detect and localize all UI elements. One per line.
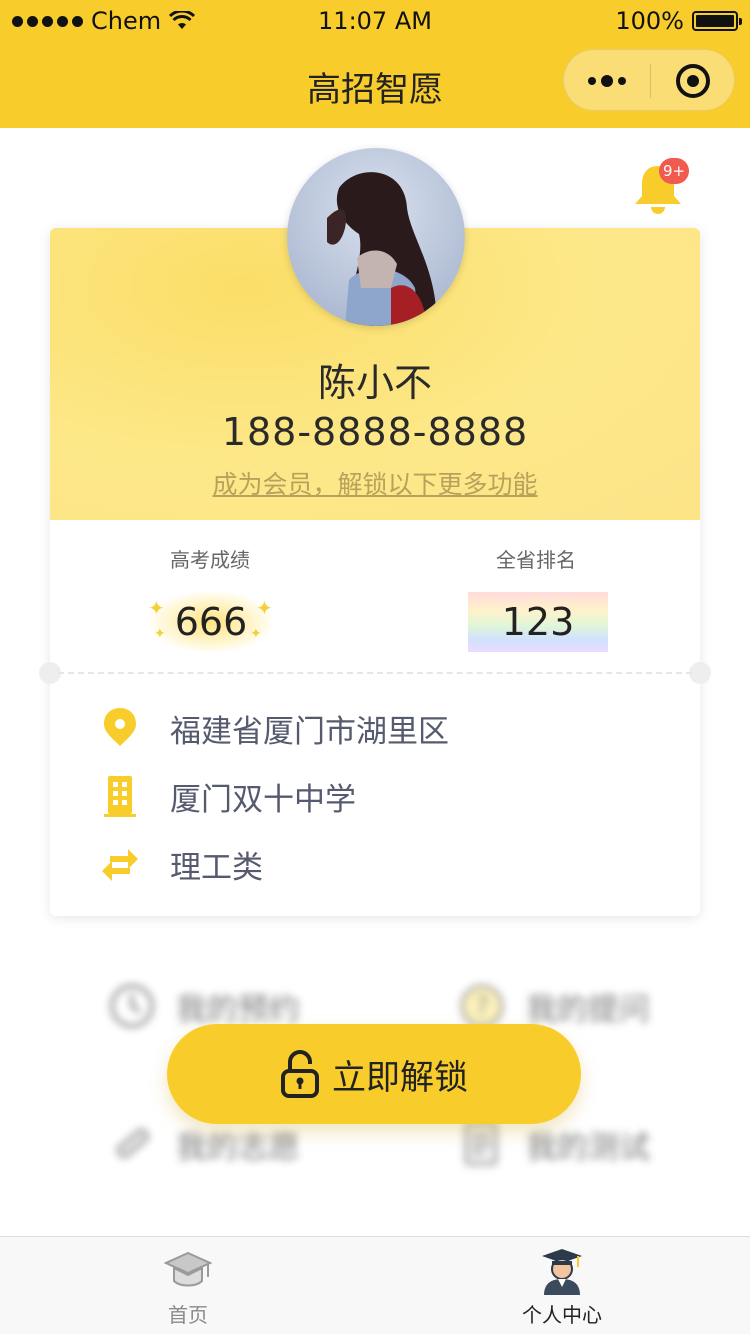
tab-home[interactable]: 首页 <box>88 1237 288 1334</box>
menu-label: 我的预约 <box>176 991 300 1028</box>
sparkle-icon: ✦ <box>250 626 262 642</box>
school-text: 厦门双十中学 <box>170 781 356 818</box>
info-row-location: 福建省厦门市湖里区 <box>100 706 449 750</box>
card-notch-right <box>689 662 711 684</box>
status-right: 100% <box>615 7 742 35</box>
battery-icon <box>692 11 742 31</box>
menu-label: 我的提问 <box>526 991 650 1028</box>
notification-badge: 9+ <box>659 158 689 184</box>
sparkle-icon: ✦ <box>256 596 273 620</box>
unlock-button[interactable]: 立即解锁 <box>167 1024 581 1124</box>
graduate-avatar-icon <box>542 1249 582 1295</box>
clock-icon <box>110 984 154 1028</box>
status-bar: Chem 11:07 AM 100% <box>0 0 750 40</box>
question-icon: ? <box>460 984 504 1028</box>
graduation-cap-icon <box>164 1251 212 1287</box>
info-row-category: 理工类 <box>100 842 263 886</box>
menu-item-applications[interactable]: 我的志愿 <box>108 1120 300 1168</box>
tab-profile[interactable]: 个人中心 <box>462 1237 662 1334</box>
score-stat: 高考成绩 <box>100 544 320 573</box>
user-phone: 188-8888-8888 <box>221 410 529 454</box>
test-paper-icon <box>464 1122 498 1166</box>
location-text: 福建省厦门市湖里区 <box>170 713 449 750</box>
user-name: 陈小不 <box>317 361 432 405</box>
battery-percent: 100% <box>615 7 684 35</box>
diploma-icon <box>116 1128 150 1159</box>
rank-value: 123 <box>468 592 608 652</box>
menu-label: 我的志愿 <box>176 1129 300 1166</box>
sparkle-icon: ✦ <box>148 596 165 620</box>
score-label: 高考成绩 <box>170 548 250 572</box>
more-button[interactable] <box>564 50 650 112</box>
menu-item-tests[interactable]: 我的测试 <box>458 1120 650 1168</box>
close-button[interactable] <box>676 64 710 98</box>
unlock-label: 立即解锁 <box>332 1057 468 1098</box>
menu-item-questions[interactable]: ? 我的提问 <box>458 982 650 1030</box>
menu-label: 我的测试 <box>526 1129 650 1166</box>
swap-arrows-icon <box>102 849 138 881</box>
tab-bar: 首页 个人中心 <box>0 1236 750 1334</box>
rank-stat: 全省排名 <box>426 544 646 573</box>
rank-label: 全省排名 <box>496 548 576 572</box>
location-pin-icon <box>104 708 136 746</box>
capsule-divider <box>650 64 651 98</box>
unlock-icon <box>281 1050 319 1098</box>
info-row-school: 厦门双十中学 <box>100 774 356 818</box>
svg-text:?: ? <box>475 992 489 1022</box>
building-icon <box>104 776 136 817</box>
tab-profile-label: 个人中心 <box>522 1303 602 1327</box>
miniprogram-capsule <box>563 49 735 111</box>
become-member-link[interactable]: 成为会员，解锁以下更多功能 <box>50 465 700 501</box>
category-text: 理工类 <box>170 849 263 886</box>
tab-home-label: 首页 <box>168 1303 208 1327</box>
sparkle-icon: ✦ <box>154 626 166 642</box>
profile-card: 陈小不 188-8888-8888 成为会员，解锁以下更多功能 高考成绩 全省排… <box>39 148 711 916</box>
avatar[interactable] <box>287 148 465 326</box>
dashed-divider <box>58 672 692 674</box>
menu-item-appointments[interactable]: 我的预约 <box>108 982 300 1030</box>
top-header: Chem 11:07 AM 100% 高招智愿 <box>0 0 750 128</box>
